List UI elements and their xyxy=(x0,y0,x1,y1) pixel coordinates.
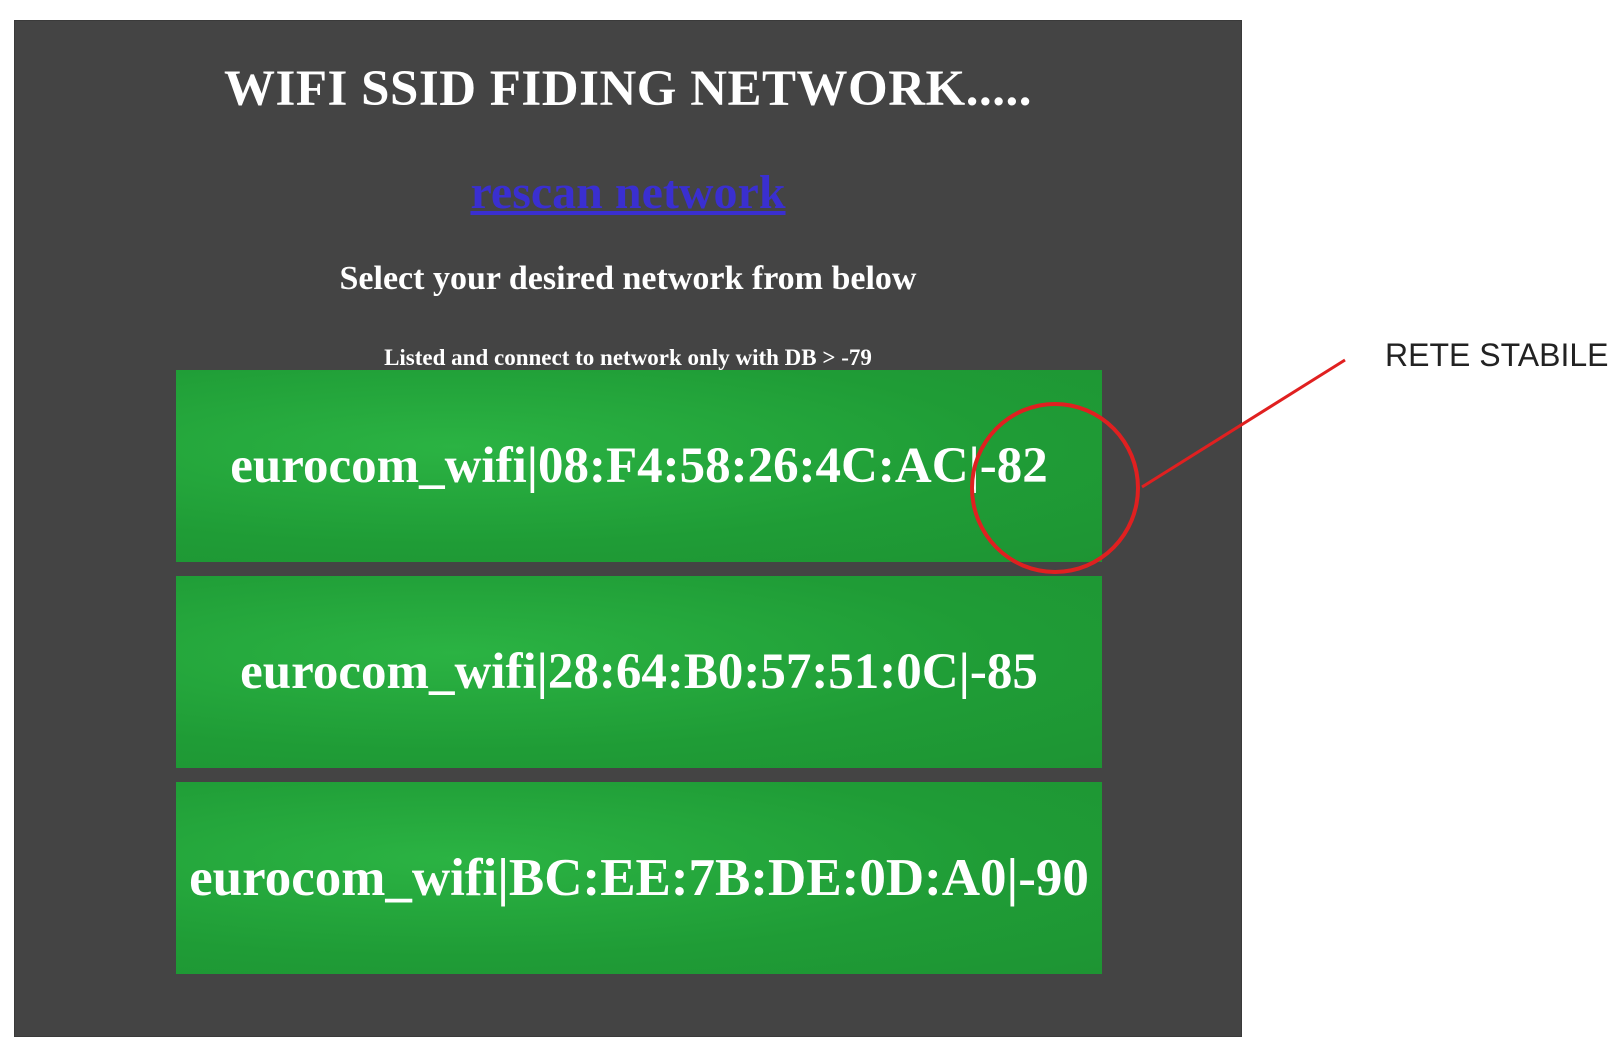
annotation-label: RETE STABILE xyxy=(1385,337,1609,373)
signal-threshold-note: Listed and connect to network only with … xyxy=(384,345,872,370)
network-button[interactable]: eurocom_wifi|08:F4:58:26:4C:AC|-82 xyxy=(176,370,1102,562)
page-title: WIFI SSID FIDING NETWORK..... xyxy=(224,61,1032,117)
rescan-network-link[interactable]: rescan network xyxy=(14,165,1242,220)
instruction-text: Select your desired network from below xyxy=(339,260,917,297)
network-list: eurocom_wifi|08:F4:58:26:4C:AC|-82 euroc… xyxy=(176,370,1102,988)
network-button[interactable]: eurocom_wifi|BC:EE:7B:DE:0D:A0|-90 xyxy=(176,782,1102,974)
network-button[interactable]: eurocom_wifi|28:64:B0:57:51:0C|-85 xyxy=(176,576,1102,768)
annotation-circle xyxy=(970,402,1140,574)
